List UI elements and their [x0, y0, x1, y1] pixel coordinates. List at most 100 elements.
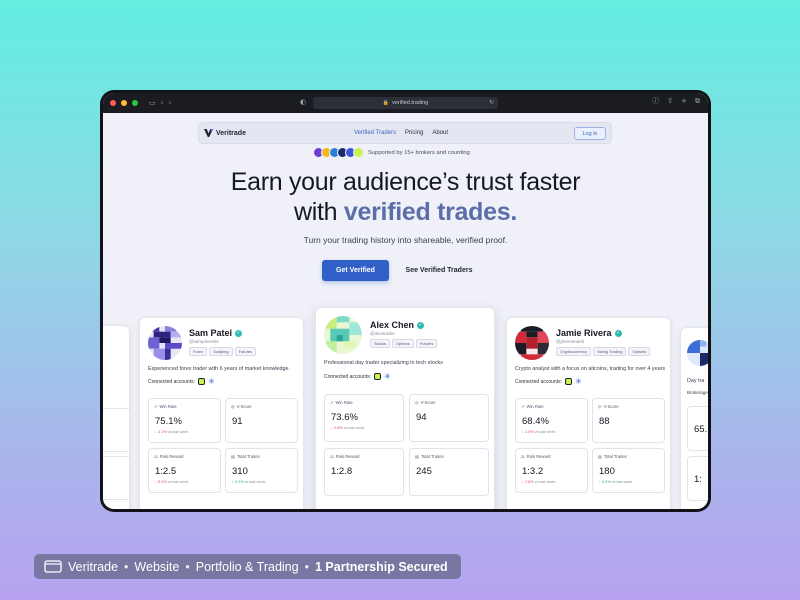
see-verified-traders-button[interactable]: See Verified Traders [401, 260, 477, 281]
stat-label: Total Trades [603, 454, 627, 459]
new-tab-icon[interactable]: + [681, 98, 687, 105]
connected-accounts: Connected accounts: ✳ [515, 378, 582, 386]
change-suffix: vs last week [534, 480, 556, 484]
hero-title-prefix: with [294, 198, 338, 226]
stat-value: 180 [599, 466, 615, 477]
stat-label: Win Rate [335, 400, 353, 405]
stat-card-risk-reward: ⚖ Risk Reward 1:2.5 ↓ 5.2% vs last week [148, 448, 221, 493]
list-icon: ▤ [415, 454, 419, 459]
hero-title-accent: verified trades. [343, 198, 517, 226]
avatar [687, 340, 708, 366]
shield-icon: ◎ [231, 404, 235, 409]
nav-link-verified-traders[interactable]: Verified Traders [354, 130, 396, 136]
trader-handle: @sampinvests [189, 339, 219, 344]
caption-category: Portfolio & Trading [195, 559, 299, 574]
url-text: verified.trading [392, 100, 429, 106]
tag: Forex [189, 347, 208, 356]
share-icon[interactable]: ⇧ [667, 98, 673, 105]
trader-tags: Forex Scalping Futures [189, 347, 257, 356]
chart-icon: ↗ [521, 404, 525, 409]
avatar [515, 326, 549, 360]
sidebar-icon[interactable]: ▭ [149, 99, 156, 107]
nav-link-pricing[interactable]: Pricing [405, 130, 423, 136]
broker-logo-icon [353, 147, 364, 158]
stat-card-win-rate: ↗ Win Rate 73.6% ↓ 2.6% vs last week [324, 394, 404, 442]
stat-label: Risk Reward [335, 454, 360, 459]
stat-card [103, 408, 129, 452]
change-value: ↓ 3.1% [155, 430, 167, 434]
info-icon[interactable]: ⓘ [652, 98, 659, 105]
verified-badge-icon: ✓ [235, 329, 243, 337]
broker-logos [313, 147, 364, 158]
login-button[interactable]: Log in [574, 127, 606, 140]
tag: Scalping [209, 347, 233, 356]
trader-bio: Experienced forex trader with 6 years of… [148, 366, 291, 372]
connected-accounts-label: Connected accounts: [324, 373, 371, 380]
tag: Cryptocurrency [556, 347, 592, 356]
nav-link-about[interactable]: About [432, 130, 448, 136]
tag: Futures [415, 339, 438, 348]
stat-value: 91 [232, 416, 243, 427]
broker-star-icon: ✳ [383, 372, 391, 381]
stat-card-total-trades: ▤ Total Trades 180 ↑ 6.2% vs last week [592, 448, 665, 493]
device-frame: ▭ ‹ › ◐ 🔒 verified.trading ↻ ⓘ ⇧ + ⧉ Ver… [100, 90, 711, 512]
change-value: ↓ 1.5% [522, 430, 534, 434]
change-value: ↓ 2.6% [331, 426, 343, 430]
avatar [148, 326, 182, 360]
trader-name: Alex Chen [370, 320, 415, 330]
trader-bio-fragment: Day tra [687, 378, 705, 384]
connected-accounts: Connected accounts: ✳ [148, 377, 215, 386]
supported-text: Supported by 15+ brokers and counting [368, 149, 470, 156]
stat-value: 245 [416, 466, 432, 477]
list-icon: ▤ [231, 454, 235, 459]
trader-bio: Professional day trader specializing in … [324, 360, 443, 366]
stat-value: 75.1% [155, 416, 182, 427]
trader-card-sam-patel[interactable]: Sam Patel ✓ @sampinvests Forex Scalping … [139, 317, 304, 509]
stat-card: 1: [687, 456, 708, 501]
reload-icon[interactable]: ↻ [489, 99, 494, 106]
connected-accounts-label: Connected accounts: [148, 378, 195, 385]
brokers-badge: Supported by 15+ brokers and counting [313, 147, 470, 158]
zoom-window-button[interactable] [132, 100, 138, 106]
address-bar[interactable]: 🔒 verified.trading ↻ [313, 97, 498, 109]
tag: Options [628, 347, 651, 356]
site-navbar: Veritrade Verified Traders Pricing About… [198, 122, 612, 144]
lock-icon: 🔒 [382, 100, 390, 106]
hero-title: Earn your audience’s trust faster with v… [103, 167, 708, 227]
trader-card-jamie-rivera[interactable]: Jamie Rivera ✓ @jriveramarkt Cryptocurre… [506, 317, 671, 509]
get-verified-button[interactable]: Get Verified [322, 260, 389, 281]
brand-logo[interactable]: Veritrade [204, 129, 246, 137]
trader-card-alex-chen[interactable]: Alex Chen ✓ @alextrader Stocks Options F… [315, 307, 495, 509]
close-window-button[interactable] [110, 100, 116, 106]
nav-links: Verified Traders Pricing About [354, 130, 448, 136]
broker-star-icon: ✳ [207, 377, 215, 386]
tag: Stocks [370, 339, 391, 348]
trader-card-partial-left[interactable] [103, 325, 130, 509]
tabs-overview-icon[interactable]: ⧉ [695, 98, 700, 105]
stat-card-win-rate: ↗ Win Rate 75.1% ↓ 3.1% vs last week [148, 398, 221, 443]
change-value: ↑ 9.2% [232, 480, 244, 484]
caption-highlight: 1 Partnership Secured [314, 559, 448, 574]
back-icon[interactable]: ‹ [161, 99, 164, 107]
hero-subtitle: Turn your trading history into shareable… [303, 235, 508, 245]
minimize-window-button[interactable] [121, 100, 127, 106]
broker-account-icon [564, 378, 572, 385]
stat-value: 1:3.2 [522, 466, 544, 477]
privacy-shield-icon[interactable]: ◐ [300, 98, 306, 106]
stat-label: V-Score [236, 404, 252, 409]
stat-label: Total Trades [420, 454, 444, 459]
forward-icon[interactable]: › [168, 99, 171, 107]
browser-window: ▭ ‹ › ◐ 🔒 verified.trading ↻ ⓘ ⇧ + ⧉ Ver… [103, 93, 708, 509]
veritrade-logo-icon [204, 129, 213, 137]
trader-card-partial-right[interactable]: Day tra Brokerage 65. 1: [680, 327, 708, 509]
stat-label: Win Rate [526, 404, 544, 409]
browser-toolbar: ▭ ‹ › ◐ 🔒 verified.trading ↻ ⓘ ⇧ + ⧉ [103, 93, 708, 113]
tag: Swing Trading [593, 347, 627, 356]
stat-card-risk-reward: ⚖ Risk Reward 1:3.2 ↓ 2.8% vs last week [515, 448, 588, 493]
verified-badge-icon: ✓ [614, 329, 622, 337]
caption-type: Website [134, 559, 180, 574]
stat-label: Risk Reward [159, 454, 184, 459]
change-value: ↓ 5.2% [155, 480, 167, 484]
chart-icon: ↗ [154, 404, 158, 409]
change-value: ↑ 6.2% [599, 480, 611, 484]
